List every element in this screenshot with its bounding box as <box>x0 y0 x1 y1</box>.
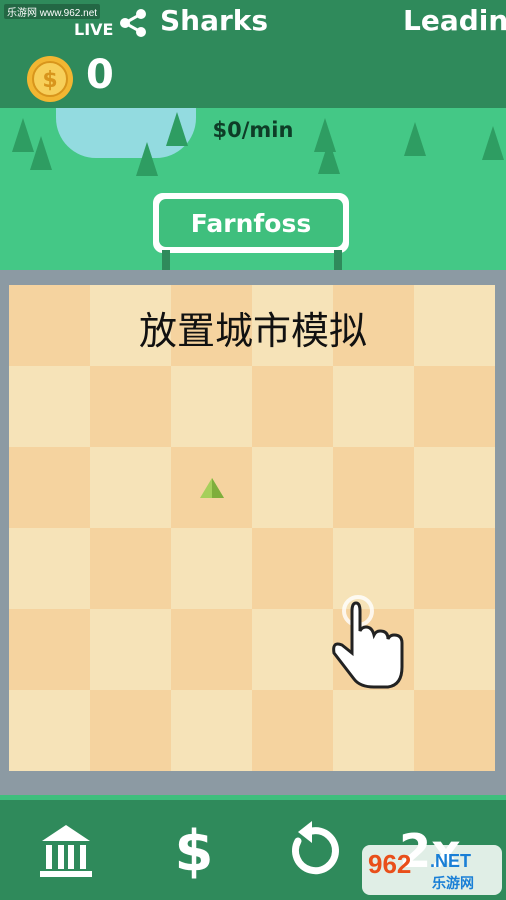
logo-net: .NET <box>430 851 472 871</box>
board-tile[interactable] <box>252 690 333 771</box>
buy-button[interactable]: $ <box>164 816 224 886</box>
board-tile[interactable] <box>9 528 90 609</box>
board-tile[interactable] <box>333 447 414 528</box>
board-tile[interactable] <box>9 447 90 528</box>
undo-button[interactable] <box>282 816 342 886</box>
board-tile[interactable] <box>9 609 90 690</box>
game-board[interactable] <box>9 285 495 772</box>
income-rate: $0/min <box>212 118 294 142</box>
board-tile[interactable] <box>333 690 414 771</box>
coin-icon: $ <box>27 56 73 102</box>
board-tile[interactable] <box>252 528 333 609</box>
tree <box>318 140 340 174</box>
board-tile[interactable] <box>333 366 414 447</box>
board-tile[interactable] <box>414 690 495 771</box>
coin-count: 0 <box>86 52 114 98</box>
board-tile[interactable] <box>414 528 495 609</box>
watermark: 乐游网 www.962.net <box>4 4 101 19</box>
board-tile[interactable] <box>90 690 171 771</box>
board-tile[interactable] <box>9 366 90 447</box>
undo-icon <box>292 821 339 875</box>
town-name: Farnfoss <box>159 199 343 247</box>
live-label: LIVE <box>74 20 114 39</box>
svg-text:$: $ <box>42 68 57 93</box>
board-tile[interactable] <box>90 366 171 447</box>
tree <box>136 142 158 176</box>
overlay-title: 放置城市模拟 <box>138 309 367 353</box>
logo-number: 962 <box>368 849 412 879</box>
board-tile[interactable] <box>252 447 333 528</box>
board-tile[interactable] <box>252 609 333 690</box>
board-tile[interactable] <box>9 690 90 771</box>
city-hall-button[interactable] <box>36 816 96 886</box>
logo-subtitle: 乐游网 <box>432 876 474 892</box>
board-tile[interactable] <box>171 528 252 609</box>
leaderboard-label[interactable]: Leading <box>403 4 506 37</box>
sign-post <box>162 250 170 272</box>
board-tile[interactable] <box>171 690 252 771</box>
sign-post <box>334 250 342 272</box>
bank-icon <box>40 825 92 877</box>
board-tile[interactable] <box>414 609 495 690</box>
share-icon[interactable] <box>118 8 148 38</box>
board-tile[interactable] <box>414 447 495 528</box>
board-tile[interactable] <box>90 609 171 690</box>
top-bar: 乐游网 www.962.net LIVE Sharks Leading $ 0 <box>0 0 506 108</box>
team-name[interactable]: Sharks <box>160 4 268 37</box>
dollar-icon: $ <box>174 818 214 884</box>
site-logo: 962 .NET 乐游网 <box>362 845 502 895</box>
board-tile[interactable] <box>171 366 252 447</box>
pointer-hand-icon <box>332 595 404 689</box>
tent-icon[interactable] <box>200 478 224 498</box>
board-tile[interactable] <box>171 609 252 690</box>
board-tile[interactable] <box>414 366 495 447</box>
town-sign: Farnfoss <box>153 193 349 253</box>
board-tile[interactable] <box>90 528 171 609</box>
board-tile[interactable] <box>90 447 171 528</box>
board-tile[interactable] <box>252 366 333 447</box>
